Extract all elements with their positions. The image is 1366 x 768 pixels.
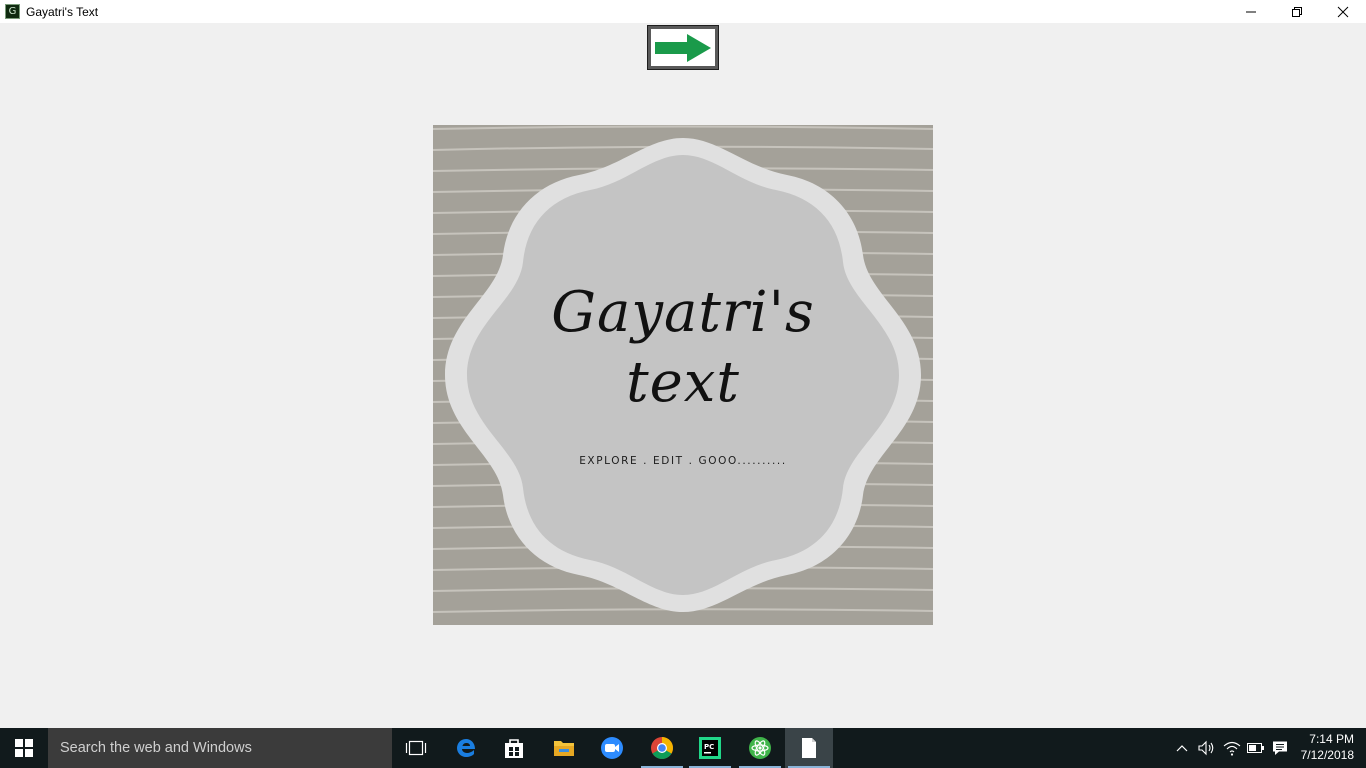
window-controls <box>1228 0 1366 23</box>
volume-button[interactable] <box>1196 728 1218 768</box>
store-button[interactable] <box>490 728 538 768</box>
edge-icon <box>457 739 475 757</box>
restore-button[interactable] <box>1274 0 1320 23</box>
clock-time: 7:14 PM <box>1309 732 1354 746</box>
battery-button[interactable] <box>1245 728 1267 768</box>
chrome-button[interactable] <box>638 728 686 768</box>
document-button[interactable] <box>785 728 833 768</box>
notifications-icon <box>1273 741 1287 755</box>
search-box[interactable]: Search the web and Windows <box>48 728 392 768</box>
clock[interactable]: 7:14 PM 7/12/2018 <box>1294 731 1354 763</box>
logo-title: Gayatri's text <box>433 278 933 418</box>
clock-date: 7/12/2018 <box>1300 748 1354 762</box>
start-button[interactable] <box>0 728 48 768</box>
restore-icon <box>1292 6 1302 17</box>
action-center-button[interactable] <box>1269 728 1291 768</box>
file-explorer-button[interactable] <box>540 728 588 768</box>
minimize-button[interactable] <box>1228 0 1274 23</box>
file-explorer-icon <box>554 741 574 756</box>
store-icon <box>505 739 523 758</box>
volume-icon <box>1198 740 1214 756</box>
taskbar: Search the web and Windows PC 7:14 PM 7/… <box>0 728 1366 768</box>
close-button[interactable] <box>1320 0 1366 23</box>
window-title: Gayatri's Text <box>26 4 99 19</box>
battery-icon <box>1247 743 1264 753</box>
zoom-button[interactable] <box>588 728 636 768</box>
minimize-icon <box>1246 11 1256 12</box>
chevron-up-icon <box>1176 745 1188 752</box>
atom-icon <box>749 737 771 759</box>
svg-text:PC: PC <box>704 743 714 751</box>
pycharm-icon: PC <box>699 737 721 759</box>
pycharm-button[interactable]: PC <box>686 728 734 768</box>
zoom-icon <box>601 737 623 759</box>
logo-tagline: EXPLORE . EDIT . GOOO.......... <box>579 455 787 467</box>
task-view-button[interactable] <box>392 728 440 768</box>
show-hidden-icons-button[interactable] <box>1172 728 1192 768</box>
logo-title-line-2: text <box>626 350 740 415</box>
chrome-icon <box>651 737 673 759</box>
wifi-button[interactable] <box>1221 728 1243 768</box>
windows-logo-icon <box>15 739 33 757</box>
wifi-icon <box>1223 741 1241 756</box>
task-view-icon <box>405 740 427 756</box>
logo-title-line-1: Gayatri's <box>551 280 815 345</box>
close-icon <box>1337 6 1349 17</box>
green-right-arrow-icon <box>655 33 711 62</box>
app-icon: G <box>5 4 20 19</box>
atom-button[interactable] <box>736 728 784 768</box>
document-icon <box>802 738 816 758</box>
search-placeholder: Search the web and Windows <box>60 740 252 756</box>
title-bar: G Gayatri's Text <box>0 0 1366 23</box>
next-button[interactable] <box>647 25 719 70</box>
edge-button[interactable] <box>442 728 490 768</box>
